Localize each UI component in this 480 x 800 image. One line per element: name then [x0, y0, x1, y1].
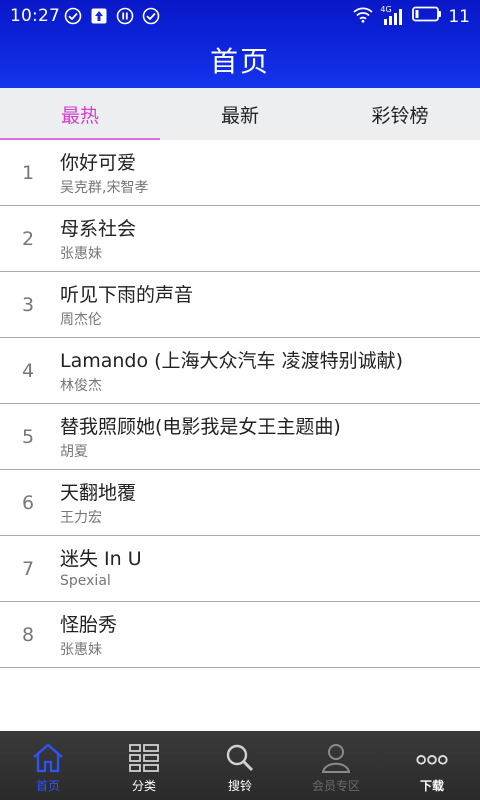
list-item[interactable]: 4 Lamando (上海大众汽车 凌渡特别诚献) 林俊杰: [0, 338, 480, 404]
song-title: 替我照顾她(电影我是女王主题曲): [60, 416, 341, 438]
bottom-nav: 首页 分类 搜铃 会员专区 下载: [0, 731, 480, 800]
song-artist: 林俊杰: [60, 378, 102, 394]
status-bar: 10:27 4G 11: [0, 0, 480, 32]
status-time: 10:27: [10, 6, 60, 26]
check-circle-icon: [64, 7, 82, 25]
upload-icon: [90, 7, 108, 25]
nav-home[interactable]: 首页: [0, 731, 96, 800]
rank-number: 2: [22, 228, 35, 250]
rank-number: 8: [22, 624, 35, 646]
rank-number: 5: [22, 426, 35, 448]
song-title: 你好可爱: [60, 152, 137, 174]
song-artist: 吴克群,宋智孝: [60, 180, 149, 196]
more-icon: [414, 741, 450, 775]
tab-bar: 最热 最新 彩铃榜: [0, 88, 480, 140]
song-title: 母系社会: [60, 218, 137, 240]
song-artist: 张惠妹: [60, 246, 102, 262]
rank-number: 1: [22, 162, 35, 184]
list-item[interactable]: 3 听见下雨的声音 周杰伦: [0, 272, 480, 338]
status-system-icons: 4G 11: [352, 5, 470, 28]
rank-number: 3: [22, 294, 35, 316]
tab-hottest[interactable]: 最热: [0, 88, 160, 140]
page-title: 首页: [209, 45, 270, 78]
song-title: 天翻地覆: [60, 482, 137, 504]
rank-number: 7: [22, 558, 35, 580]
song-title: 怪胎秀: [60, 614, 118, 636]
title-bar: 首页: [0, 32, 480, 88]
battery-level: 11: [448, 6, 470, 27]
song-artist: 王力宏: [60, 510, 102, 526]
pause-circle-icon: [116, 7, 134, 25]
tab-label: 最新: [220, 104, 259, 127]
battery-icon: [412, 6, 442, 27]
app-header: 10:27 4G 11 首页: [0, 0, 480, 88]
song-title: Lamando (上海大众汽车 凌渡特别诚献): [60, 350, 404, 372]
list-item[interactable]: 6 天翻地覆 王力宏: [0, 470, 480, 536]
check-circle-icon: [142, 7, 160, 25]
tab-label: 最热: [60, 104, 99, 127]
list-item[interactable]: 8 怪胎秀 张惠妹: [0, 602, 480, 668]
list-item[interactable]: 7 迷失 In U Spexial: [0, 536, 480, 602]
song-list: 1 你好可爱 吴克群,宋智孝 2 母系社会 张惠妹 3 听见下雨的声音 周杰伦 …: [0, 140, 480, 668]
nav-label: 分类: [131, 779, 156, 793]
song-artist: 胡夏: [60, 444, 88, 460]
rank-number: 4: [22, 360, 35, 382]
status-notification-icons: [64, 7, 160, 25]
rank-number: 6: [22, 492, 35, 514]
nav-member[interactable]: 会员专区: [288, 731, 384, 800]
nav-category[interactable]: 分类: [96, 731, 192, 800]
home-icon: [30, 741, 66, 775]
tab-ringtone-chart[interactable]: 彩铃榜: [320, 88, 480, 140]
song-artist: Spexial: [60, 573, 111, 589]
nav-search[interactable]: 搜铃: [192, 731, 288, 800]
song-artist: 张惠妹: [60, 642, 102, 658]
wifi-icon: [352, 5, 374, 28]
list-item[interactable]: 1 你好可爱 吴克群,宋智孝: [0, 140, 480, 206]
tab-label: 彩铃榜: [371, 104, 429, 127]
song-artist: 周杰伦: [60, 312, 102, 328]
list-item[interactable]: 5 替我照顾她(电影我是女王主题曲) 胡夏: [0, 404, 480, 470]
nav-label: 下载: [419, 779, 444, 793]
search-icon: [222, 741, 258, 775]
nav-label: 首页: [35, 779, 60, 793]
nav-download[interactable]: 下载: [384, 731, 480, 800]
nav-label: 搜铃: [227, 779, 252, 793]
signal-icon: 4G: [380, 5, 406, 27]
grid-icon: [126, 741, 162, 775]
tab-newest[interactable]: 最新: [160, 88, 320, 140]
song-title: 迷失 In U: [60, 548, 142, 570]
list-item[interactable]: 2 母系社会 张惠妹: [0, 206, 480, 272]
song-title: 听见下雨的声音: [60, 284, 194, 306]
nav-label: 会员专区: [311, 779, 360, 793]
user-icon: [318, 741, 354, 775]
